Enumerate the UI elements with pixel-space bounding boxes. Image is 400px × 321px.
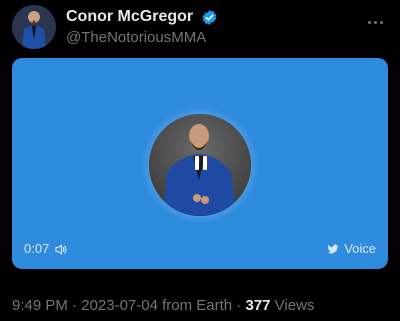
voice-badge: Voice <box>327 241 376 256</box>
tweet-header: Conor McGregor @TheNotoriousMMA <box>12 5 392 49</box>
elapsed-time-label: 0:07 <box>24 241 50 256</box>
tweet-location: from Earth <box>157 297 233 314</box>
more-options-icon[interactable] <box>368 11 386 24</box>
voice-tweet-player[interactable]: 0:07 Voice <box>12 58 388 269</box>
tweet-date[interactable]: 2023-07-04 <box>81 297 158 314</box>
meta-separator: · <box>232 297 246 314</box>
verified-badge-icon <box>202 9 216 25</box>
tweet-time[interactable]: 9:49 PM <box>12 297 68 314</box>
twitter-bird-icon <box>327 244 339 254</box>
avatar-image <box>12 5 56 49</box>
views-count[interactable]: 377 <box>245 297 270 314</box>
avatar[interactable] <box>12 5 56 49</box>
meta-separator: · <box>67 297 82 314</box>
author-names: Conor McGregor @TheNotoriousMMA <box>66 8 218 46</box>
views-label[interactable]: Views <box>271 297 315 314</box>
pause-icon[interactable] <box>195 156 207 170</box>
tweet-meta: 9:49 PM · 2023-07-04 from Earth · 377 Vi… <box>12 297 314 314</box>
speaker-icon[interactable] <box>55 244 67 255</box>
author-display-name[interactable]: Conor McGregor <box>66 8 193 26</box>
elapsed-time: 0:07 <box>24 241 67 256</box>
voice-badge-label: Voice <box>344 241 376 256</box>
author-handle[interactable]: @TheNotoriousMMA <box>66 29 218 46</box>
